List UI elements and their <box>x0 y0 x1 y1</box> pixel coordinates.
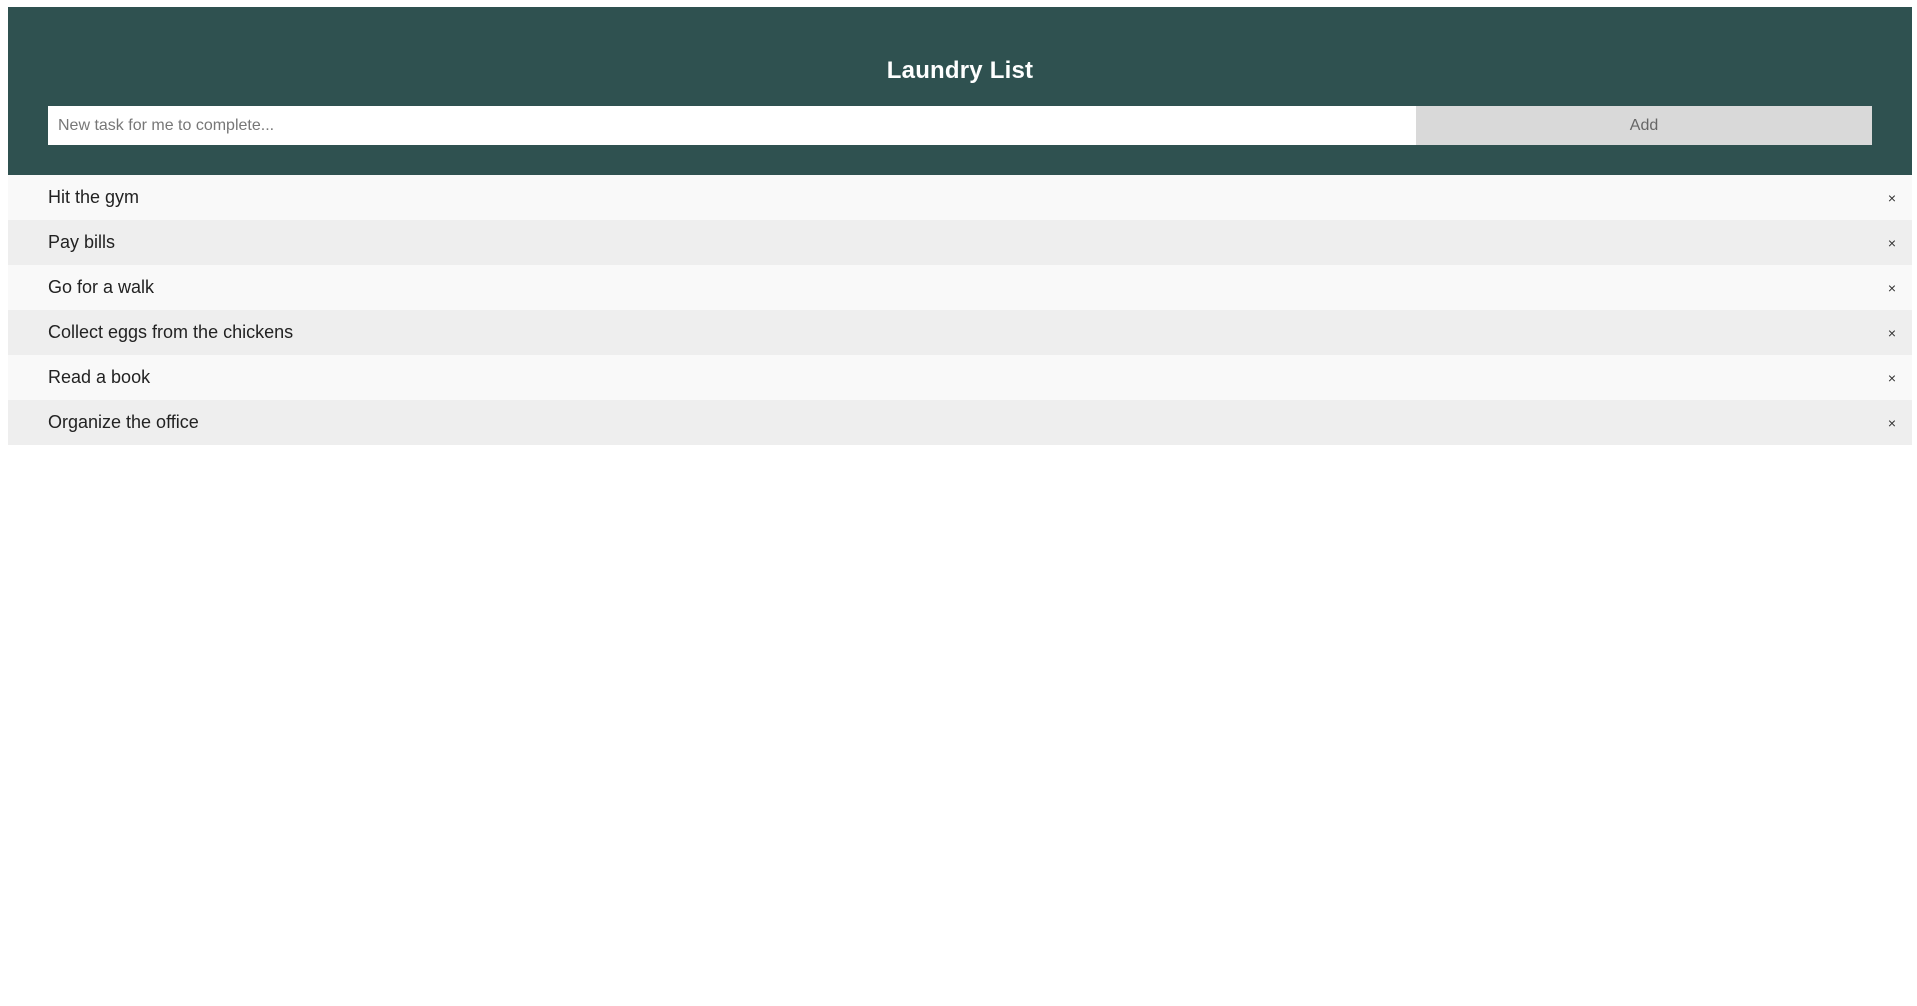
task-item[interactable]: Pay bills × <box>8 220 1912 265</box>
task-label: Collect eggs from the chickens <box>48 322 294 342</box>
task-label: Go for a walk <box>48 277 155 297</box>
add-button[interactable]: Add <box>1416 106 1872 145</box>
task-item[interactable]: Organize the office × <box>8 400 1912 445</box>
task-label: Organize the office <box>48 412 199 432</box>
task-item[interactable]: Read a book × <box>8 355 1912 400</box>
close-icon[interactable]: × <box>1888 326 1896 340</box>
page-title: Laundry List <box>886 57 1034 84</box>
task-item[interactable]: Go for a walk × <box>8 265 1912 310</box>
close-icon[interactable]: × <box>1888 236 1896 250</box>
close-icon[interactable]: × <box>1888 281 1896 295</box>
close-icon[interactable]: × <box>1888 191 1896 205</box>
add-task-form: Add <box>48 106 1872 145</box>
task-item[interactable]: Hit the gym × <box>8 175 1912 220</box>
task-item[interactable]: Collect eggs from the chickens × <box>8 310 1912 355</box>
task-list: Hit the gym × Pay bills × Go for a walk … <box>8 175 1912 445</box>
todo-app: Laundry List Add Hit the gym × Pay bills… <box>8 7 1912 445</box>
new-task-input[interactable] <box>48 106 1416 145</box>
header: Laundry List Add <box>8 7 1912 175</box>
task-label: Hit the gym <box>48 187 140 207</box>
close-icon[interactable]: × <box>1888 416 1896 430</box>
task-label: Read a book <box>48 367 151 387</box>
close-icon[interactable]: × <box>1888 371 1896 385</box>
task-label: Pay bills <box>48 232 116 252</box>
